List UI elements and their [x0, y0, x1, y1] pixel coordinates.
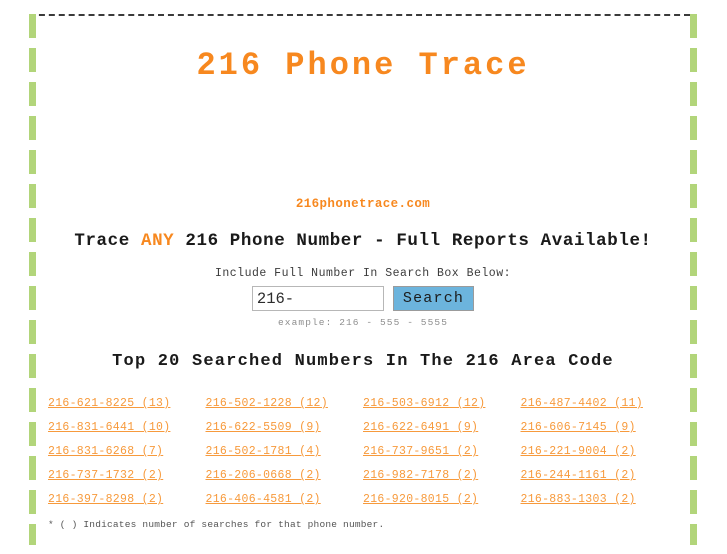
list-item: 216-221-9004 (2): [521, 445, 679, 458]
list-item: 216-244-1161 (2): [521, 469, 679, 482]
list-item: 216-406-4581 (2): [206, 493, 364, 506]
top-numbers-heading: Top 20 Searched Numbers In The 216 Area …: [112, 352, 614, 372]
page-content: 216 Phone Trace 216phonetrace.com Trace …: [36, 14, 690, 545]
list-item: 216-831-6441 (10): [48, 421, 206, 434]
tagline-before: Trace: [74, 231, 141, 252]
list-item: 216-502-1781 (4): [206, 445, 364, 458]
list-item: 216-606-7145 (9): [521, 421, 679, 434]
list-item: 216-622-6491 (9): [363, 421, 521, 434]
phone-number-link[interactable]: 216-502-1228 (12): [206, 397, 328, 410]
page-title: 216 Phone Trace: [196, 47, 530, 84]
search-label: Include Full Number In Search Box Below:: [214, 267, 512, 281]
footnote: * ( ) Indicates number of searches for t…: [48, 519, 385, 531]
search-example-hint: example: 216 - 555 - 5555: [277, 317, 449, 329]
phone-number-link[interactable]: 216-831-6268 (7): [48, 445, 163, 458]
phone-number-link[interactable]: 216-502-1781 (4): [206, 445, 321, 458]
tagline-after: 216 Phone Number - Full Reports Availabl…: [174, 231, 652, 252]
top-numbers-grid: 216-621-8225 (13) 216-502-1228 (12) 216-…: [36, 371, 690, 506]
phone-number-link[interactable]: 216-831-6441 (10): [48, 421, 170, 434]
phone-number-link[interactable]: 216-737-1732 (2): [48, 469, 163, 482]
decorative-right-rail: [690, 14, 697, 545]
phone-number-link[interactable]: 216-982-7178 (2): [363, 469, 478, 482]
site-url: 216phonetrace.com: [295, 197, 431, 212]
phone-number-link[interactable]: 216-487-4402 (11): [521, 397, 643, 410]
phone-number-link[interactable]: 216-621-8225 (13): [48, 397, 170, 410]
phone-number-link[interactable]: 216-221-9004 (2): [521, 445, 636, 458]
phone-number-link[interactable]: 216-397-8298 (2): [48, 493, 163, 506]
list-item: 216-503-6912 (12): [363, 397, 521, 410]
phone-number-link[interactable]: 216-622-6491 (9): [363, 421, 478, 434]
phone-number-link[interactable]: 216-622-5509 (9): [206, 421, 321, 434]
phone-number-link[interactable]: 216-883-1303 (2): [521, 493, 636, 506]
list-item: 216-883-1303 (2): [521, 493, 679, 506]
phone-number-link[interactable]: 216-406-4581 (2): [206, 493, 321, 506]
list-item: 216-737-1732 (2): [48, 469, 206, 482]
phone-number-link[interactable]: 216-244-1161 (2): [521, 469, 636, 482]
phone-number-link[interactable]: 216-606-7145 (9): [521, 421, 636, 434]
decorative-left-rail: [29, 14, 36, 545]
search-button[interactable]: Search: [392, 286, 475, 312]
list-item: 216-487-4402 (11): [521, 397, 679, 410]
tagline-highlight: ANY: [140, 231, 175, 252]
search-input[interactable]: [251, 286, 384, 312]
header-spacer: [36, 83, 690, 197]
phone-number-link[interactable]: 216-503-6912 (12): [363, 397, 485, 410]
list-item: 216-502-1228 (12): [206, 397, 364, 410]
search-row: Search: [36, 280, 690, 312]
list-item: 216-920-8015 (2): [363, 493, 521, 506]
list-item: 216-737-9651 (2): [363, 445, 521, 458]
tagline: Trace ANY 216 Phone Number - Full Report…: [36, 211, 690, 251]
list-item: 216-982-7178 (2): [363, 469, 521, 482]
phone-number-link[interactable]: 216-206-0668 (2): [206, 469, 321, 482]
phone-number-link[interactable]: 216-920-8015 (2): [363, 493, 478, 506]
phone-number-link[interactable]: 216-737-9651 (2): [363, 445, 478, 458]
list-item: 216-622-5509 (9): [206, 421, 364, 434]
list-item: 216-397-8298 (2): [48, 493, 206, 506]
list-item: 216-621-8225 (13): [48, 397, 206, 410]
list-item: 216-831-6268 (7): [48, 445, 206, 458]
list-item: 216-206-0668 (2): [206, 469, 364, 482]
